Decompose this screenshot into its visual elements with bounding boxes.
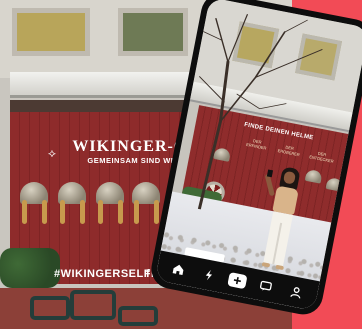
braid [98, 200, 103, 224]
chair [118, 306, 158, 326]
hedge [0, 248, 60, 288]
window [12, 8, 90, 56]
helmet-row [18, 182, 178, 242]
window [118, 8, 188, 56]
discover-icon[interactable] [197, 263, 220, 286]
home-icon[interactable] [167, 257, 190, 280]
profile-icon[interactable] [284, 280, 307, 303]
create-icon[interactable] [227, 272, 248, 290]
shoe [261, 262, 271, 268]
braid [154, 200, 159, 224]
pants [263, 211, 293, 267]
shoe [275, 264, 284, 271]
chair [70, 290, 116, 320]
held-phone [266, 169, 274, 178]
arm [264, 173, 275, 197]
braid [22, 200, 27, 224]
braid [118, 200, 123, 224]
braid [42, 200, 47, 224]
braid [80, 200, 85, 224]
inbox-icon[interactable] [254, 275, 277, 298]
sweater [272, 185, 299, 216]
facebook-icon: f [146, 268, 150, 280]
chair [30, 296, 70, 320]
braid [134, 200, 139, 224]
braid [60, 200, 65, 224]
